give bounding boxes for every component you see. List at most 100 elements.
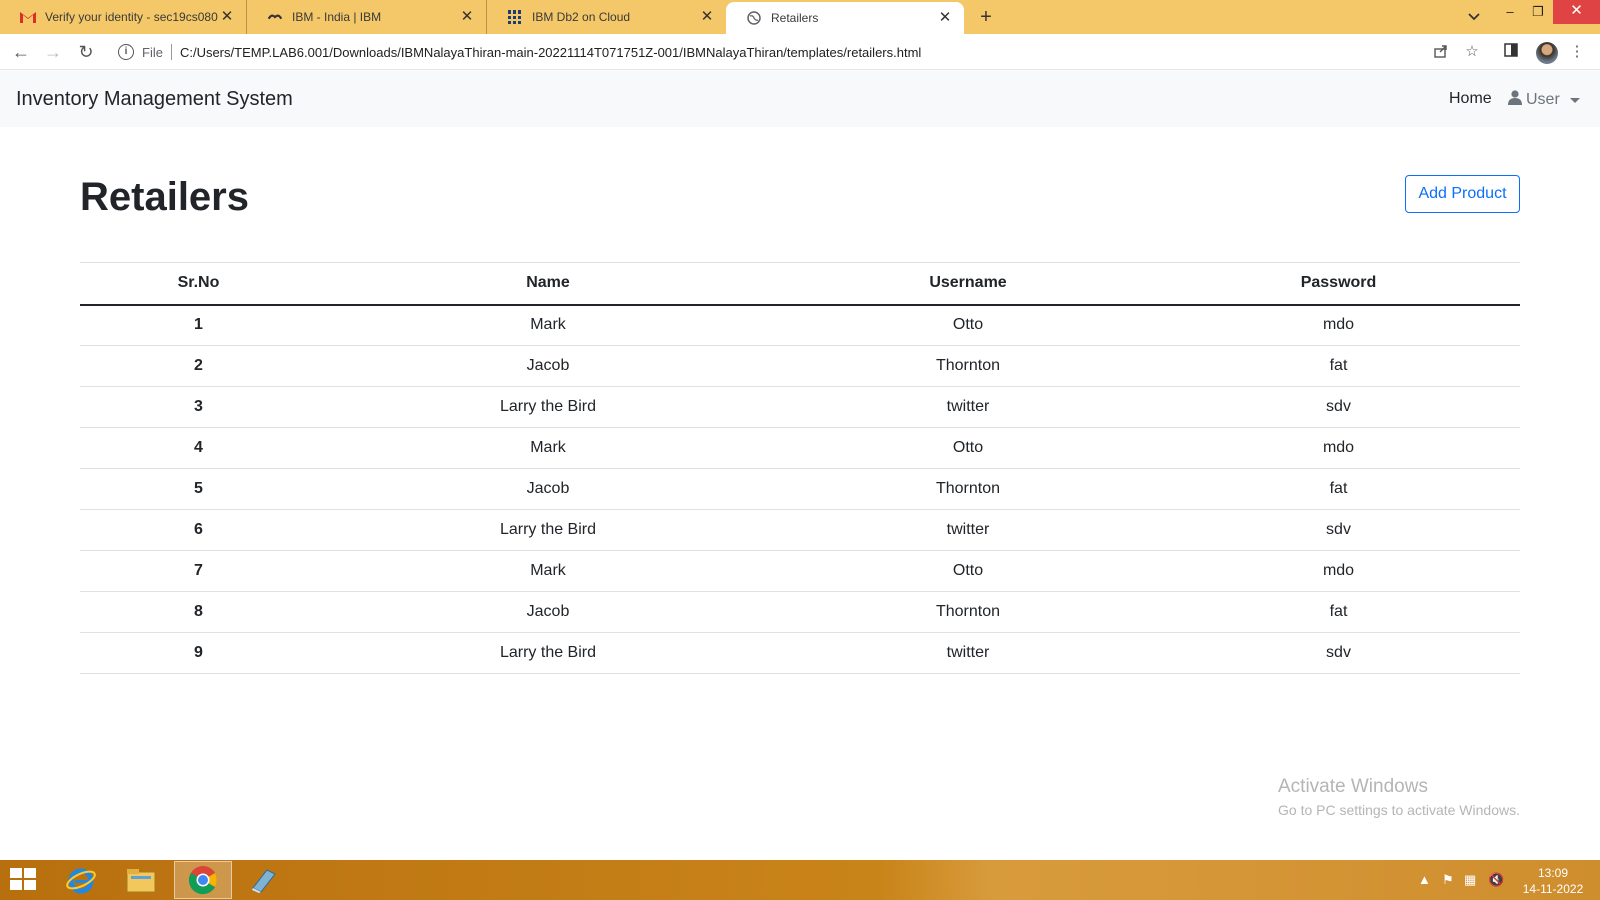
- cell-name: Larry the Bird: [317, 632, 779, 674]
- address-bar[interactable]: i File C:/Users/TEMP.LAB6.001/Downloads/…: [108, 38, 1470, 66]
- address-url[interactable]: C:/Users/TEMP.LAB6.001/Downloads/IBMNala…: [180, 45, 921, 60]
- share-icon[interactable]: [1432, 43, 1450, 61]
- cell-sr-no: 3: [80, 386, 317, 428]
- taskbar-clock[interactable]: 13:09 14-11-2022: [1520, 865, 1586, 897]
- browser-toolbar: ← → ↻ i File C:/Users/TEMP.LAB6.001/Down…: [0, 34, 1600, 70]
- page-title: Retailers: [80, 175, 249, 219]
- tab-title: IBM - India | IBM: [292, 10, 382, 24]
- retailers-table: Sr.No Name Username Password 1 Mark Otto…: [80, 262, 1520, 674]
- browser-tab-strip: Verify your identity - sec19cs080 ✕ IBM …: [0, 0, 1600, 34]
- side-panel-icon[interactable]: [1502, 43, 1520, 61]
- cell-username: twitter: [779, 632, 1157, 674]
- minimize-icon[interactable]: –: [1496, 0, 1524, 30]
- close-icon[interactable]: ✕: [698, 8, 716, 26]
- db2-icon: [507, 9, 523, 25]
- nav-home-link[interactable]: Home: [1449, 90, 1492, 108]
- nav-user-label: User: [1526, 91, 1560, 108]
- new-tab-icon[interactable]: +: [975, 6, 997, 28]
- table-header-row: Sr.No Name Username Password: [80, 262, 1520, 306]
- cell-name: Jacob: [317, 468, 779, 510]
- browser-tab-gmail[interactable]: Verify your identity - sec19cs080 ✕: [0, 0, 246, 34]
- tab-search-chevron-down-icon[interactable]: [1462, 4, 1486, 28]
- cell-password: fat: [1157, 468, 1520, 510]
- tab-title: Verify your identity - sec19cs080: [45, 10, 218, 24]
- menu-kebab-icon[interactable]: ⋮: [1568, 43, 1586, 61]
- clock-date: 14-11-2022: [1522, 882, 1584, 896]
- table-row: 7 Mark Otto mdo: [80, 550, 1520, 592]
- watermark-subtitle: Go to PC settings to activate Windows.: [1278, 802, 1520, 818]
- cell-password: fat: [1157, 591, 1520, 633]
- network-icon[interactable]: ▦: [1464, 872, 1476, 888]
- cell-username: Otto: [779, 550, 1157, 592]
- tab-title: IBM Db2 on Cloud: [532, 10, 631, 24]
- profile-avatar[interactable]: [1536, 42, 1558, 64]
- cell-username: Thornton: [779, 468, 1157, 510]
- table-row: 8 Jacob Thornton fat: [80, 591, 1520, 633]
- gmail-icon: [20, 9, 36, 25]
- reload-icon[interactable]: ↻: [75, 41, 97, 63]
- forward-arrow-icon[interactable]: →: [42, 41, 64, 63]
- cell-username: twitter: [779, 509, 1157, 551]
- cell-password: mdo: [1157, 427, 1520, 469]
- navbar-brand[interactable]: Inventory Management System: [16, 88, 293, 111]
- close-icon[interactable]: ✕: [936, 9, 954, 27]
- table-row: 9 Larry the Bird twitter sdv: [80, 632, 1520, 674]
- cell-username: Thornton: [779, 591, 1157, 633]
- add-product-button[interactable]: Add Product: [1405, 175, 1520, 213]
- header-sr-no: Sr.No: [80, 262, 317, 306]
- cell-name: Larry the Bird: [317, 386, 779, 428]
- back-arrow-icon[interactable]: ←: [10, 41, 32, 63]
- bookmark-star-icon[interactable]: ☆: [1463, 43, 1481, 61]
- cell-name: Larry the Bird: [317, 509, 779, 551]
- clock-time: 13:09: [1537, 866, 1569, 880]
- user-icon: [1508, 90, 1522, 110]
- action-center-flag-icon[interactable]: ⚑: [1442, 872, 1454, 888]
- nav-user-dropdown[interactable]: User: [1508, 90, 1580, 110]
- cell-password: sdv: [1157, 386, 1520, 428]
- cell-password: fat: [1157, 345, 1520, 387]
- cell-username: twitter: [779, 386, 1157, 428]
- table-row: 5 Jacob Thornton fat: [80, 468, 1520, 510]
- cell-password: sdv: [1157, 509, 1520, 551]
- cell-password: mdo: [1157, 550, 1520, 592]
- cell-name: Mark: [317, 427, 779, 469]
- windows-start-icon[interactable]: [10, 868, 38, 892]
- browser-tab-ibm[interactable]: IBM - India | IBM ✕: [246, 0, 486, 34]
- window-close-icon[interactable]: ✕: [1553, 0, 1600, 24]
- header-username: Username: [779, 262, 1157, 306]
- cell-sr-no: 1: [80, 304, 317, 346]
- restore-icon[interactable]: ❐: [1524, 0, 1552, 30]
- close-icon[interactable]: ✕: [458, 8, 476, 26]
- show-hidden-icons-icon[interactable]: ▲: [1418, 872, 1431, 887]
- close-icon[interactable]: ✕: [218, 8, 236, 26]
- watermark-title: Activate Windows: [1278, 776, 1428, 797]
- browser-tab-db2[interactable]: IBM Db2 on Cloud ✕: [486, 0, 726, 34]
- activate-windows-watermark: Activate Windows Go to PC settings to ac…: [1278, 776, 1520, 818]
- chrome-icon[interactable]: [174, 861, 232, 899]
- browser-tab-retailers[interactable]: Retailers ✕: [726, 2, 964, 34]
- cell-sr-no: 9: [80, 632, 317, 674]
- cell-sr-no: 8: [80, 591, 317, 633]
- cell-username: Otto: [779, 427, 1157, 469]
- volume-muted-icon[interactable]: 🔇: [1488, 872, 1504, 888]
- file-explorer-icon[interactable]: [112, 861, 170, 899]
- tab-title: Retailers: [771, 11, 819, 25]
- cell-username: Otto: [779, 304, 1157, 346]
- internet-explorer-icon[interactable]: [52, 861, 110, 899]
- cell-name: Jacob: [317, 591, 779, 633]
- table-row: 4 Mark Otto mdo: [80, 427, 1520, 469]
- cell-sr-no: 7: [80, 550, 317, 592]
- table-row: 6 Larry the Bird twitter sdv: [80, 509, 1520, 551]
- cell-name: Jacob: [317, 345, 779, 387]
- cell-sr-no: 6: [80, 509, 317, 551]
- cell-sr-no: 4: [80, 427, 317, 469]
- chevron-down-icon: [1569, 97, 1580, 103]
- notepad-icon[interactable]: [234, 861, 292, 899]
- info-icon[interactable]: i: [118, 44, 134, 60]
- page-navbar: Inventory Management System Home User: [0, 71, 1600, 127]
- address-scheme: File: [142, 44, 163, 60]
- ibm-icon: [267, 9, 283, 25]
- cell-name: Mark: [317, 304, 779, 346]
- header-name: Name: [317, 262, 779, 306]
- cell-sr-no: 5: [80, 468, 317, 510]
